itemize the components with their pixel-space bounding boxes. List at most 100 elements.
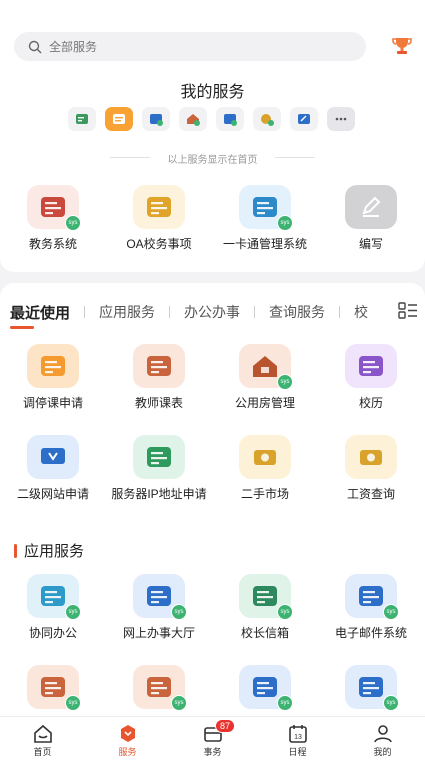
service-icon-tile: sys bbox=[133, 574, 187, 620]
search-icon bbox=[28, 40, 42, 53]
service-directory: 最近使用 应用服务 办公办事 查询服务校 调停课申请 教师课表 sys 公用房管理 校历 二级… bbox=[0, 283, 425, 760]
mini-house-icon[interactable] bbox=[179, 107, 207, 131]
service-icon-tile bbox=[133, 185, 185, 229]
nav-schedule[interactable]: 13 日程 bbox=[255, 717, 340, 760]
calendar-icon bbox=[359, 356, 383, 376]
sys-badge: sys bbox=[383, 695, 399, 711]
teaching-system-icon bbox=[41, 197, 65, 217]
nav-home[interactable]: 首页 bbox=[0, 717, 85, 760]
schedule-icon: 13 bbox=[288, 725, 307, 743]
trophy-icon[interactable] bbox=[390, 34, 414, 58]
online-hall-icon bbox=[147, 586, 171, 606]
search-placeholder: 全部服务 bbox=[49, 40, 98, 54]
nav-profile[interactable]: 我的 bbox=[340, 717, 425, 760]
nav-label: 事务 bbox=[203, 747, 222, 757]
service-tile[interactable]: sys 公用房管理 bbox=[212, 344, 318, 410]
sys-badge: sys bbox=[171, 604, 187, 620]
tab-0[interactable]: 最近使用 bbox=[10, 302, 70, 323]
mini-edit-icon[interactable] bbox=[290, 107, 318, 131]
tab-2[interactable]: 办公办事 bbox=[184, 302, 240, 322]
service-tile[interactable]: sys 校长信箱 bbox=[212, 574, 318, 640]
housing-icon bbox=[253, 356, 277, 377]
nav-label: 首页 bbox=[33, 747, 52, 757]
collab-office-icon bbox=[41, 586, 65, 606]
service-label: 调停课申请 bbox=[22, 396, 83, 410]
email-icon bbox=[359, 586, 383, 606]
service-label: 校历 bbox=[358, 396, 383, 410]
mini-report-icon[interactable] bbox=[216, 107, 244, 131]
search-bar[interactable]: 全部服务 bbox=[14, 32, 366, 61]
service-tile[interactable]: sys 教务系统 bbox=[0, 185, 106, 251]
service-label: 教务系统 bbox=[28, 237, 77, 251]
website-icon bbox=[41, 448, 65, 464]
home-icon bbox=[33, 724, 52, 743]
service-icon-tile bbox=[27, 435, 79, 479]
bottom-navigation: 首页 服务 事务 87 13 日程 我的 bbox=[0, 716, 425, 760]
service-icon-tile: sys bbox=[239, 344, 293, 390]
timetable-icon bbox=[147, 356, 171, 376]
nav-affairs[interactable]: 事务 87 bbox=[170, 717, 255, 760]
service-tile[interactable]: 校历 bbox=[318, 344, 424, 410]
service-label: 协同办公 bbox=[28, 626, 77, 640]
category-tabs: 最近使用 应用服务 办公办事 查询服务 校 bbox=[0, 301, 425, 323]
mini-teaching-icon[interactable] bbox=[68, 107, 96, 131]
category-menu-icon[interactable] bbox=[398, 302, 418, 320]
market-icon bbox=[254, 450, 276, 465]
tab-3[interactable]: 查询服务 bbox=[269, 302, 325, 322]
service-tile[interactable]: 教师课表 bbox=[106, 344, 212, 410]
tab-1[interactable]: 应用服务 bbox=[99, 302, 155, 322]
app-services-heading: 应用服务 bbox=[14, 540, 84, 561]
tab-4[interactable]: 校 bbox=[354, 302, 368, 322]
sys-badge: sys bbox=[383, 604, 399, 620]
sys-badge: sys bbox=[277, 374, 293, 390]
sys-badge: sys bbox=[171, 695, 187, 711]
service-tile[interactable]: sys 一卡通管理系统 bbox=[212, 185, 318, 251]
salary-icon bbox=[360, 450, 382, 465]
server-ip-icon bbox=[147, 447, 171, 467]
sys-badge: sys bbox=[65, 215, 81, 231]
service-icon-tile: sys bbox=[27, 574, 81, 620]
favorite-services: sys 教务系统 OA校务事项 sys 一卡通管理系统 编写 bbox=[0, 185, 425, 251]
service-tile[interactable]: 编写 bbox=[318, 185, 424, 251]
active-tab-indicator bbox=[10, 326, 34, 329]
pinned-mini-icons bbox=[68, 107, 355, 131]
mini-oa-icon[interactable] bbox=[105, 107, 133, 131]
service-tile[interactable]: sys 网上办事大厅 bbox=[106, 574, 212, 640]
service-icon-tile bbox=[345, 344, 397, 388]
campus-card-icon bbox=[253, 197, 277, 217]
service-icon-tile: sys bbox=[27, 665, 81, 711]
nav-service[interactable]: 服务 bbox=[85, 717, 170, 760]
recent-row: 二级网站申请 服务器IP地址申请 二手市场 工资查询 bbox=[0, 435, 425, 501]
service-icon-tile: sys bbox=[345, 665, 399, 711]
service-tile[interactable]: 二级网站申请 bbox=[0, 435, 106, 501]
service-label: 编写 bbox=[358, 237, 383, 251]
hint-divider-right bbox=[275, 157, 315, 158]
service-label: 一卡通管理系统 bbox=[222, 237, 307, 251]
service-icon-tile bbox=[133, 435, 185, 479]
service-label: 二手市场 bbox=[240, 487, 289, 501]
service-tile[interactable]: 二手市场 bbox=[212, 435, 318, 501]
service-icon-tile: sys bbox=[27, 185, 81, 231]
service-label: 网上办事大厅 bbox=[122, 626, 195, 640]
service-tile[interactable]: OA校务事项 bbox=[106, 185, 212, 251]
service-label: 教师课表 bbox=[134, 396, 183, 410]
service-tile[interactable]: sys 协同办公 bbox=[0, 574, 106, 640]
more-icon[interactable] bbox=[327, 107, 355, 131]
health-icon bbox=[147, 677, 171, 697]
service-tile[interactable]: 调停课申请 bbox=[0, 344, 106, 410]
mini-money-icon[interactable] bbox=[253, 107, 281, 131]
nav-label: 服务 bbox=[118, 747, 137, 757]
service-label: 公用房管理 bbox=[234, 396, 295, 410]
edit-icon bbox=[362, 196, 381, 217]
service-tile[interactable]: sys 电子邮件系统 bbox=[318, 574, 424, 640]
service-tile[interactable]: 服务器IP地址申请 bbox=[106, 435, 212, 501]
mini-card-icon[interactable] bbox=[142, 107, 170, 131]
service-label: 工资查询 bbox=[346, 487, 395, 501]
service-icon-tile: sys bbox=[239, 574, 293, 620]
sys-badge: sys bbox=[65, 604, 81, 620]
my-services-card: 全部服务 我的服务 以上服务显示在首页 sys 教务系统 OA校务事项 sys 一卡通管… bbox=[0, 0, 425, 272]
service-label: OA校务事项 bbox=[126, 237, 192, 251]
service-tile[interactable]: 工资查询 bbox=[318, 435, 424, 501]
home-display-hint: 以上服务显示在首页 bbox=[167, 155, 258, 166]
library-icon bbox=[41, 677, 65, 697]
